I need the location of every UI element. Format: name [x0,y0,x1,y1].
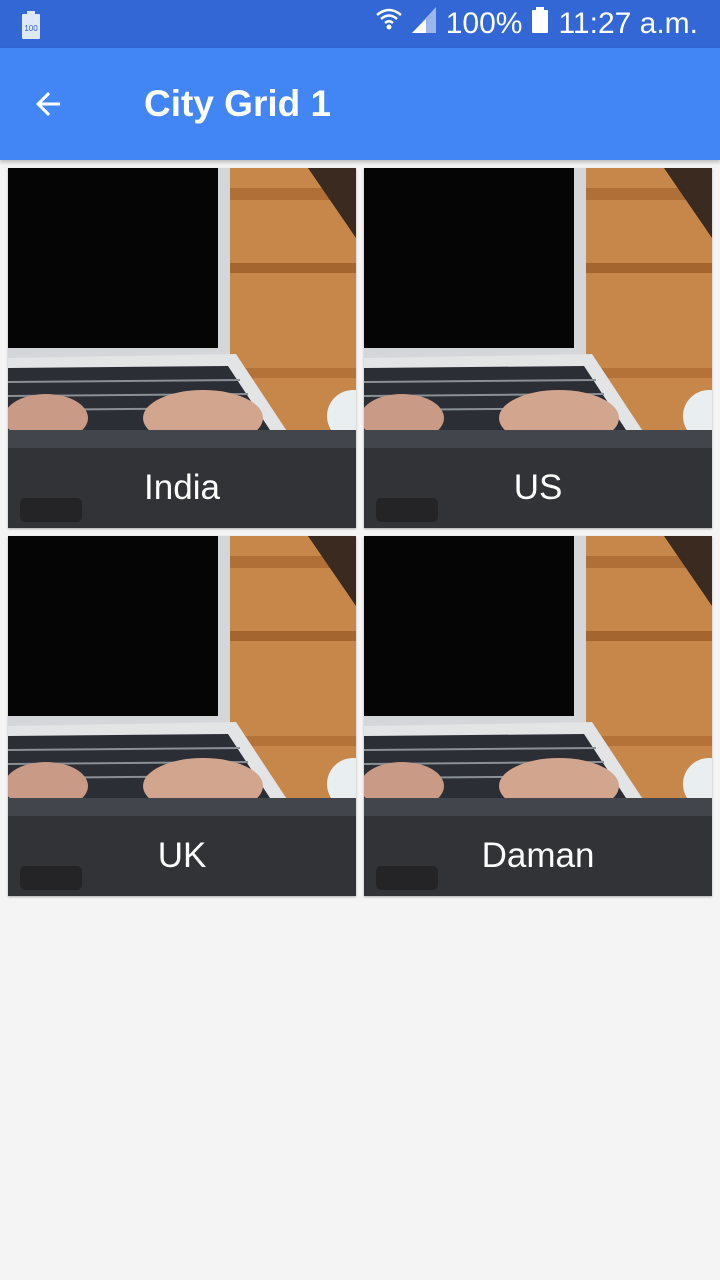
back-button[interactable] [20,76,76,132]
arrow-left-icon [36,92,60,116]
city-grid: India US UK Daman [8,168,712,896]
cell-signal-icon [411,7,436,41]
battery-badge-text: 100 [24,24,38,33]
status-bar: 100 100% 11:27 a.m. [0,0,720,48]
battery-icon [532,7,549,41]
grid-tile-uk[interactable]: UK [8,536,356,896]
grid-tile-us[interactable]: US [364,168,712,528]
grid-tile-daman[interactable]: Daman [364,536,712,896]
tile-label: Daman [364,816,712,896]
battery-percent: 100% [445,7,523,40]
grid-tile-india[interactable]: India [8,168,356,528]
tile-label: US [364,448,712,528]
battery-notification-icon: 100 [22,11,40,44]
tile-label: UK [8,816,356,896]
app-bar: City Grid 1 [0,48,720,160]
wifi-icon [375,7,402,41]
page-title: City Grid 1 [144,83,332,124]
tile-label: India [8,448,356,528]
clock: 11:27 a.m. [558,7,698,40]
